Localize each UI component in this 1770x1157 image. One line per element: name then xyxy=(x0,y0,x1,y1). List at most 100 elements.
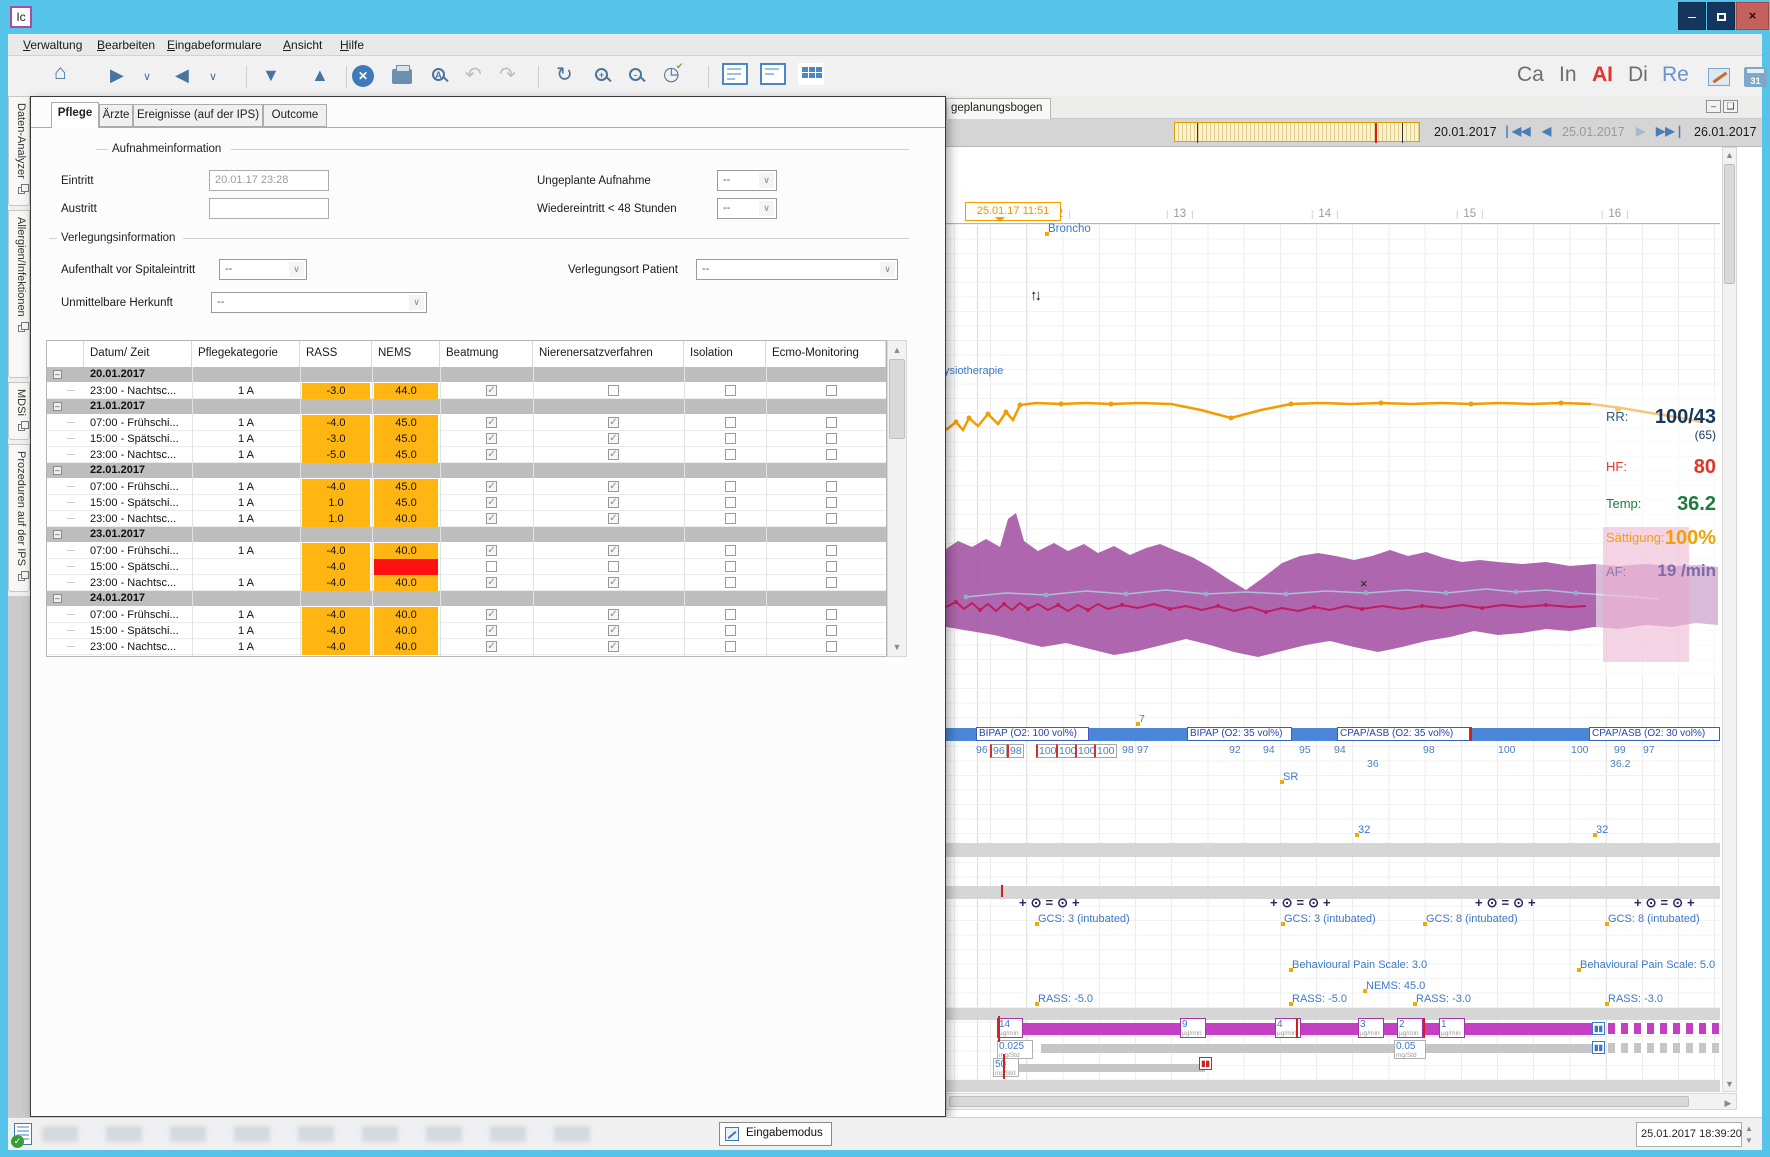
up-triangle-icon[interactable]: ▲ xyxy=(311,65,329,86)
checkbox-isolation[interactable] xyxy=(725,385,736,396)
menu-hilfe[interactable]: Hilfe xyxy=(331,34,373,52)
table-row[interactable]: 07:00 - Frühschi...1 A-4.045.0✓✓ xyxy=(47,415,886,431)
sidebar-item-mdsi[interactable]: MDSi xyxy=(8,382,30,440)
austritt-input[interactable] xyxy=(209,198,329,219)
med-dose-box[interactable]: 9µg/min xyxy=(1180,1018,1206,1038)
sidebar-item-prozeduren-auf-der-ips[interactable]: Prozeduren auf der IPS xyxy=(8,444,30,592)
chart-vertical-scrollbar[interactable]: ▲ ▼ xyxy=(1722,147,1737,1092)
checkbox-isolation[interactable] xyxy=(725,417,736,428)
checkbox-isolation[interactable] xyxy=(725,545,736,556)
checkbox-nierenersatzverfahren[interactable]: ✓ xyxy=(608,433,619,444)
checkbox-ecmo[interactable] xyxy=(826,561,837,572)
med-dose-box[interactable]: 14µg/min xyxy=(997,1018,1023,1038)
table-group-row[interactable]: –22.01.2017 xyxy=(47,463,886,479)
cursor-time-box[interactable]: 25.01.17 11:51 xyxy=(965,202,1061,221)
scrollbar-thumb[interactable] xyxy=(889,359,905,439)
event-broncho[interactable]: Broncho xyxy=(1048,223,1091,235)
checkbox-nierenersatzverfahren[interactable]: ✓ xyxy=(608,641,619,652)
menu-bearbeiten[interactable]: Bearbeiten xyxy=(88,34,164,52)
column-header-datum-zeit[interactable]: Datum/ Zeit xyxy=(84,341,192,367)
med-stop-icon[interactable]: ▮▮ xyxy=(1199,1057,1212,1070)
checkbox-isolation[interactable] xyxy=(725,433,736,444)
menu-eingabeformulare[interactable]: Eingabeformulare xyxy=(158,34,271,52)
back-icon[interactable]: ◀ xyxy=(175,65,189,86)
home-icon[interactable]: ⌂ xyxy=(54,61,67,85)
table-row[interactable]: 23:00 - Nachtsc...1 A-5.045.0✓✓ xyxy=(47,447,886,463)
column-header-nierenersatzverfahren[interactable]: Nierenersatzverfahren xyxy=(533,341,684,367)
scrollbar-thumb[interactable] xyxy=(1724,164,1735,284)
checkbox-nierenersatzverfahren[interactable]: ✓ xyxy=(608,497,619,508)
datetime-spin-up-icon[interactable]: ▲ xyxy=(1745,1124,1753,1133)
checkbox-nierenersatzverfahren[interactable]: ✓ xyxy=(608,449,619,460)
form-window-edit-icon[interactable] xyxy=(760,65,786,87)
checkbox-ecmo[interactable] xyxy=(826,385,837,396)
tab-pflegeplanungsbogen[interactable]: geplanungsbogen xyxy=(946,98,1051,119)
scroll-up-icon[interactable]: ▲ xyxy=(1723,150,1736,160)
column-header-beatmung[interactable]: Beatmung xyxy=(440,341,533,367)
table-row[interactable]: 15:00 - Spätschi...1 A-3.045.0✓✓ xyxy=(47,431,886,447)
checkbox-ecmo[interactable] xyxy=(826,641,837,652)
checkbox-nierenersatzverfahren[interactable]: ✓ xyxy=(608,625,619,636)
table-group-row[interactable]: –23.01.2017 xyxy=(47,527,886,543)
undo-icon[interactable]: ↶ xyxy=(465,62,482,87)
calendar-31-icon[interactable]: 31 xyxy=(1744,65,1767,87)
form-window-icon[interactable] xyxy=(722,65,748,87)
table-row[interactable]: 23:00 - Nachtsc...1 A-4.040.0✓✓ xyxy=(47,575,886,591)
statusbar-datetime[interactable]: 25.01.2017 18:39:20 xyxy=(1636,1122,1742,1147)
zoom-in-icon[interactable]: + xyxy=(595,65,608,81)
table-row[interactable]: 15:00 - Spätschi...1 A1.045.0✓✓ xyxy=(47,495,886,511)
verlegungsort-select[interactable]: --∨ xyxy=(696,259,898,280)
aufenthalt-select[interactable]: --∨ xyxy=(219,259,307,280)
table-row[interactable]: 23:00 - Nachtsc...1 A-3.044.0✓ xyxy=(47,383,886,399)
tab-pflege[interactable]: Pflege xyxy=(51,102,99,128)
table-row[interactable]: 23:00 - Nachtsc...1 A1.040.0✓✓ xyxy=(47,511,886,527)
checkbox-isolation[interactable] xyxy=(725,577,736,588)
close-button[interactable]: × xyxy=(1736,2,1769,30)
toolbar-re-button[interactable]: Re xyxy=(1662,63,1689,87)
checkbox-beatmung[interactable]: ✓ xyxy=(486,545,497,556)
chart-horizontal-scrollbar[interactable]: ▶ xyxy=(946,1093,1737,1110)
med-dose-box[interactable]: 50mg/Std xyxy=(993,1058,1019,1077)
checkbox-nierenersatzverfahren[interactable]: ✓ xyxy=(608,577,619,588)
grid-view-icon[interactable] xyxy=(798,65,824,87)
sidebar-item-allergien-infektionen[interactable]: Allergien/Infektionen xyxy=(8,210,30,378)
table-group-row[interactable]: –24.01.2017 xyxy=(47,591,886,607)
ungeplante-aufnahme-select[interactable]: --∨ xyxy=(717,170,777,191)
toolbar-in-button[interactable]: In xyxy=(1559,63,1577,87)
scroll-down-icon[interactable]: ▼ xyxy=(1723,1079,1736,1089)
checkbox-beatmung[interactable]: ✓ xyxy=(486,577,497,588)
checkbox-ecmo[interactable] xyxy=(826,497,837,508)
scroll-up-icon[interactable]: ▲ xyxy=(888,345,906,355)
checkbox-isolation[interactable] xyxy=(725,513,736,524)
checkbox-nierenersatzverfahren[interactable]: ✓ xyxy=(608,609,619,620)
table-row[interactable]: 23:00 - Nachtsc...1 A-4.040.0✓✓ xyxy=(47,639,886,655)
print-icon[interactable] xyxy=(392,65,412,84)
checkbox-beatmung[interactable]: ✓ xyxy=(486,385,497,396)
checkbox-isolation[interactable] xyxy=(725,497,736,508)
checkbox-ecmo[interactable] xyxy=(826,577,837,588)
checkbox-nierenersatzverfahren[interactable]: ✓ xyxy=(608,417,619,428)
table-row[interactable]: 15:00 - Spätschi...-4.0 xyxy=(47,559,886,575)
checkbox-beatmung[interactable]: ✓ xyxy=(486,497,497,508)
step-forward-icon[interactable]: ▶ xyxy=(1636,124,1645,138)
datetime-spin-down-icon[interactable]: ▼ xyxy=(1745,1136,1753,1145)
event-physiotherapie[interactable]: ysiotherapie xyxy=(946,365,1003,377)
checkbox-ecmo[interactable] xyxy=(826,609,837,620)
table-row[interactable]: 07:00 - Frühschi...1 A-4.045.0✓✓ xyxy=(47,479,886,495)
table-row[interactable]: 07:00 - Frühschi...1 A-4.040.0✓✓ xyxy=(47,543,886,559)
chart-minimize-icon[interactable]: – xyxy=(1706,100,1721,113)
chart-restore-icon[interactable]: ❑ xyxy=(1723,100,1738,113)
sidebar-item-daten-analyzer[interactable]: Daten-Analyzer xyxy=(8,96,30,206)
tab-ereignisse-auf-der-ips-[interactable]: Ereignisse (auf der IPS) xyxy=(133,104,263,127)
column-header-nems[interactable]: NEMS xyxy=(372,341,440,367)
med-dose-box[interactable]: 0.05mg/Std xyxy=(1394,1040,1426,1059)
tab-outcome[interactable]: Outcome xyxy=(263,104,327,127)
clock-icon[interactable]: ◷✔ xyxy=(663,63,680,86)
refresh-icon[interactable]: ↻ xyxy=(556,62,573,87)
checkbox-beatmung[interactable]: ✓ xyxy=(486,625,497,636)
herkunft-select[interactable]: --∨ xyxy=(211,292,427,313)
wiedereintritt-select[interactable]: --∨ xyxy=(717,198,777,219)
checkbox-beatmung[interactable]: ✓ xyxy=(486,433,497,444)
tree-collapse-icon[interactable]: – xyxy=(53,594,62,603)
cancel-icon[interactable]: ✕ xyxy=(352,65,374,87)
